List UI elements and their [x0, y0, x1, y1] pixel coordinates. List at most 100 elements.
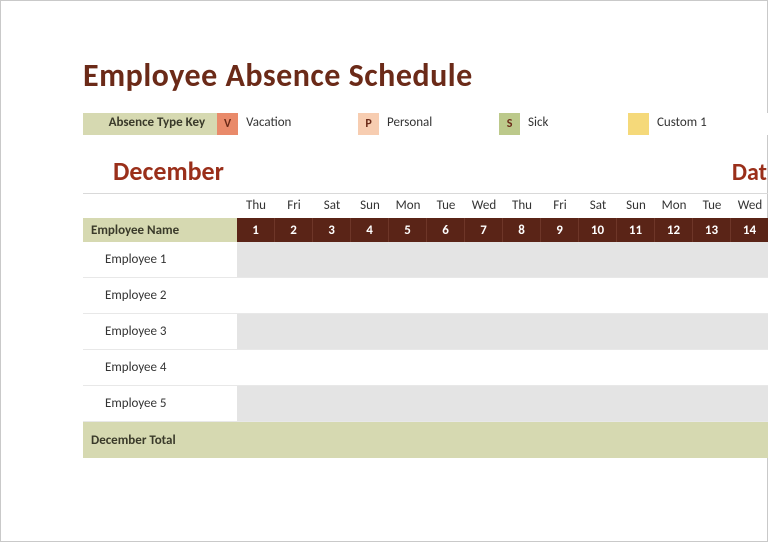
absence-cell[interactable]	[389, 350, 427, 385]
weekday-label: Tue	[693, 194, 731, 218]
employee-name-cell[interactable]: Employee 1	[83, 242, 237, 277]
legend-key-label: Absence Type Key	[83, 113, 217, 135]
day-number-cell: 1	[237, 218, 275, 242]
legend-swatch-custom1	[628, 113, 649, 135]
absence-cell[interactable]	[579, 242, 617, 277]
legend-label-sick: Sick	[520, 113, 628, 135]
absence-cell[interactable]	[655, 350, 693, 385]
absence-cell[interactable]	[503, 350, 541, 385]
absence-cell[interactable]	[313, 278, 351, 313]
absence-cell[interactable]	[731, 278, 768, 313]
absence-cell[interactable]	[351, 314, 389, 349]
absence-cell[interactable]	[617, 278, 655, 313]
employee-name-cell[interactable]: Employee 4	[83, 350, 237, 385]
absence-cell[interactable]	[731, 350, 768, 385]
absence-cell[interactable]	[427, 278, 465, 313]
absence-cell[interactable]	[275, 314, 313, 349]
absence-cell[interactable]	[389, 242, 427, 277]
total-cell	[237, 422, 275, 458]
day-number-cell: 2	[275, 218, 313, 242]
absence-cell[interactable]	[693, 314, 731, 349]
absence-cell[interactable]	[351, 386, 389, 421]
absence-cell[interactable]	[503, 278, 541, 313]
day-number-cell: 5	[389, 218, 427, 242]
absence-cell[interactable]	[313, 386, 351, 421]
absence-cell[interactable]	[503, 314, 541, 349]
absence-cell[interactable]	[465, 386, 503, 421]
weekday-label: Wed	[731, 194, 768, 218]
absence-cell[interactable]	[313, 314, 351, 349]
employee-row: Employee 2	[83, 278, 768, 314]
absence-cell[interactable]	[503, 242, 541, 277]
absence-cell[interactable]	[541, 278, 579, 313]
absence-cell[interactable]	[541, 386, 579, 421]
day-number-row: Employee Name 1 2 3 4 5 6 7 8 9 10 11 12…	[83, 218, 768, 242]
absence-cell[interactable]	[693, 386, 731, 421]
absence-cell[interactable]	[617, 350, 655, 385]
absence-cell[interactable]	[389, 278, 427, 313]
absence-cell[interactable]	[275, 278, 313, 313]
weekday-label: Mon	[389, 194, 427, 218]
employee-name-cell[interactable]: Employee 5	[83, 386, 237, 421]
weekday-label: Wed	[465, 194, 503, 218]
legend-label-custom1: Custom 1	[649, 113, 768, 135]
absence-cell[interactable]	[579, 386, 617, 421]
month-total-row: December Total	[83, 422, 768, 458]
absence-cell[interactable]	[275, 350, 313, 385]
absence-cell[interactable]	[541, 242, 579, 277]
month-total-label: December Total	[83, 422, 237, 458]
employee-row: Employee 4	[83, 350, 768, 386]
absence-cell[interactable]	[237, 314, 275, 349]
day-number-cell: 3	[313, 218, 351, 242]
absence-cell[interactable]	[237, 386, 275, 421]
absence-cell[interactable]	[655, 242, 693, 277]
absence-cell[interactable]	[541, 314, 579, 349]
absence-cell[interactable]	[541, 350, 579, 385]
absence-cell[interactable]	[389, 386, 427, 421]
absence-cell[interactable]	[427, 242, 465, 277]
absence-cell[interactable]	[579, 350, 617, 385]
absence-cell[interactable]	[427, 386, 465, 421]
absence-cell[interactable]	[731, 242, 768, 277]
absence-cell[interactable]	[655, 278, 693, 313]
absence-cell[interactable]	[237, 278, 275, 313]
absence-cell[interactable]	[655, 314, 693, 349]
day-number-cell: 14	[731, 218, 768, 242]
total-cell	[389, 422, 427, 458]
weekday-label: Sun	[617, 194, 655, 218]
legend-label-vacation: Vacation	[238, 113, 358, 135]
absence-cell[interactable]	[237, 350, 275, 385]
absence-cell[interactable]	[465, 278, 503, 313]
absence-cell[interactable]	[427, 314, 465, 349]
employee-name-cell[interactable]: Employee 3	[83, 314, 237, 349]
absence-cell[interactable]	[427, 350, 465, 385]
absence-cell[interactable]	[465, 242, 503, 277]
absence-cell[interactable]	[693, 350, 731, 385]
absence-cell[interactable]	[351, 350, 389, 385]
absence-cell[interactable]	[579, 278, 617, 313]
absence-cell[interactable]	[313, 350, 351, 385]
absence-cell[interactable]	[275, 386, 313, 421]
day-number-cell: 10	[579, 218, 617, 242]
employee-name-cell[interactable]: Employee 2	[83, 278, 237, 313]
absence-cell[interactable]	[351, 242, 389, 277]
absence-cell[interactable]	[617, 314, 655, 349]
absence-cell[interactable]	[731, 314, 768, 349]
total-cell	[313, 422, 351, 458]
total-cell	[275, 422, 313, 458]
absence-cell[interactable]	[465, 314, 503, 349]
absence-cell[interactable]	[351, 278, 389, 313]
absence-cell[interactable]	[693, 242, 731, 277]
absence-cell[interactable]	[275, 242, 313, 277]
absence-cell[interactable]	[313, 242, 351, 277]
absence-cell[interactable]	[579, 314, 617, 349]
absence-cell[interactable]	[731, 386, 768, 421]
absence-cell[interactable]	[389, 314, 427, 349]
absence-cell[interactable]	[617, 386, 655, 421]
absence-cell[interactable]	[655, 386, 693, 421]
absence-cell[interactable]	[617, 242, 655, 277]
absence-cell[interactable]	[693, 278, 731, 313]
absence-cell[interactable]	[237, 242, 275, 277]
absence-cell[interactable]	[465, 350, 503, 385]
absence-cell[interactable]	[503, 386, 541, 421]
